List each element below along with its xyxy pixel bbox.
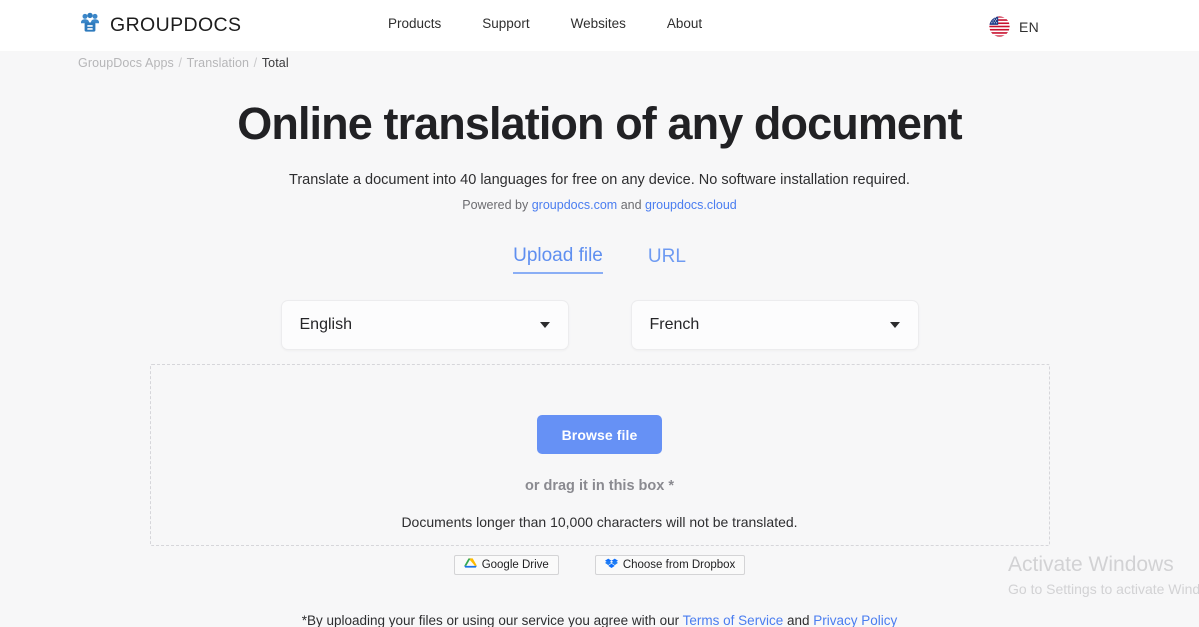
nav-item-support[interactable]: Support xyxy=(482,16,529,31)
disclaimer-prefix: *By uploading your files or using our se… xyxy=(301,613,680,627)
drag-hint-text: or drag it in this box * xyxy=(524,478,675,495)
us-flag-icon xyxy=(989,16,1010,37)
main-content: Online translation of any document Trans… xyxy=(0,52,1199,627)
chevron-down-icon xyxy=(889,322,900,329)
main-navigation: Products Support Websites About xyxy=(388,16,702,31)
google-drive-icon xyxy=(463,557,477,573)
page-title: Online translation of any document xyxy=(237,98,962,149)
nav-item-products[interactable]: Products xyxy=(388,16,441,31)
breadcrumb-separator: / xyxy=(174,56,186,70)
site-header: GROUPDOCS Products Support Websites Abou… xyxy=(0,0,1199,52)
dropbox-label: Choose from Dropbox xyxy=(622,559,736,572)
tab-url[interactable]: URL xyxy=(648,245,686,274)
group-people-icon xyxy=(78,11,102,40)
language-switcher[interactable]: EN xyxy=(989,16,1039,37)
tab-upload-file[interactable]: Upload file xyxy=(513,245,603,275)
file-dropzone[interactable]: Browse file or drag it in this box * Doc… xyxy=(149,364,1050,547)
breadcrumb-separator: / xyxy=(250,56,261,70)
groupdocs-cloud-link[interactable]: groupdocs.cloud xyxy=(645,198,737,212)
breadcrumb: GroupDocs Apps / Translation / Total xyxy=(78,56,289,70)
powered-by-line: Powered by groupdocs.com and groupdocs.c… xyxy=(0,198,1199,212)
terms-of-service-link[interactable]: Terms of Service xyxy=(683,613,784,627)
source-language-value: English xyxy=(299,316,352,334)
groupdocs-com-link[interactable]: groupdocs.com xyxy=(532,198,617,212)
powered-middle: and xyxy=(620,198,642,213)
chevron-down-icon xyxy=(539,322,550,329)
brand-name: GROUPDOCS xyxy=(110,14,242,36)
target-language-value: French xyxy=(649,316,700,334)
language-code: EN xyxy=(1018,18,1039,35)
terms-disclaimer: *By uploading your files or using our se… xyxy=(0,613,1199,627)
disclaimer-middle: and xyxy=(786,613,810,627)
breadcrumb-item-total: Total xyxy=(261,56,289,70)
source-tabs: Upload file URL xyxy=(0,245,1199,275)
dropbox-button[interactable]: Choose from Dropbox xyxy=(594,555,746,576)
nav-item-about[interactable]: About xyxy=(667,16,702,31)
page-subtitle: Translate a document into 40 languages f… xyxy=(289,172,910,189)
nav-item-websites[interactable]: Websites xyxy=(571,16,626,31)
breadcrumb-item-translation[interactable]: Translation xyxy=(187,56,249,70)
brand-logo[interactable]: GROUPDOCS xyxy=(78,11,241,40)
cloud-storage-buttons: Google Drive Choose from Dropbox xyxy=(0,555,1199,576)
privacy-policy-link[interactable]: Privacy Policy xyxy=(813,613,897,627)
browse-file-button[interactable]: Browse file xyxy=(537,415,662,455)
dropbox-icon xyxy=(604,558,618,573)
language-selectors: English French xyxy=(0,300,1199,351)
google-drive-button[interactable]: Google Drive xyxy=(453,555,559,576)
powered-prefix: Powered by xyxy=(462,198,529,213)
source-language-select[interactable]: English xyxy=(280,300,569,351)
breadcrumb-item-apps[interactable]: GroupDocs Apps xyxy=(78,56,174,70)
google-drive-label: Google Drive xyxy=(481,559,549,572)
character-limit-note: Documents longer than 10,000 characters … xyxy=(401,514,798,531)
target-language-select[interactable]: French xyxy=(630,300,919,351)
